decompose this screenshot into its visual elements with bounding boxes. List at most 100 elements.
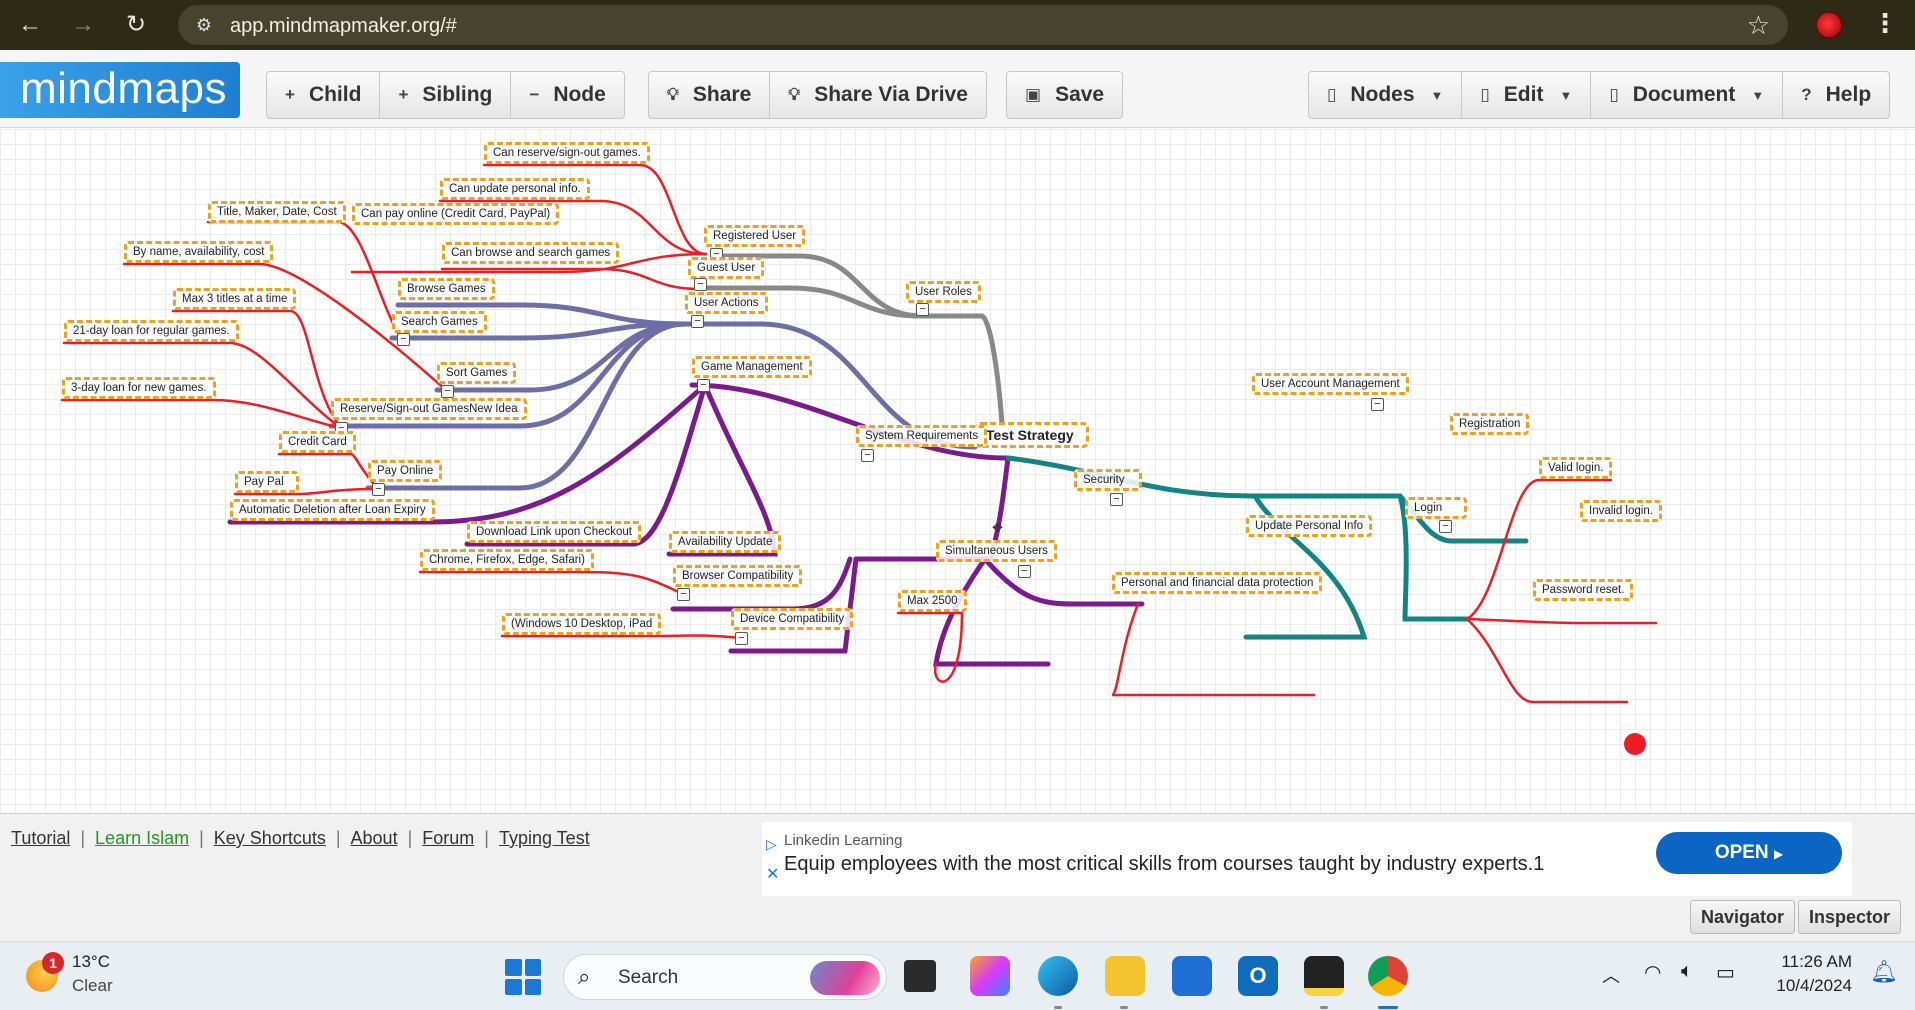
microsoft-store-icon[interactable]: [1172, 956, 1212, 996]
about-link[interactable]: About: [351, 828, 398, 849]
chrome-browser-icon[interactable]: [1368, 956, 1408, 996]
url-text[interactable]: app.mindmapmaker.org/#: [230, 15, 457, 38]
node-browsers[interactable]: Chrome, Firefox, Edge, Safari): [420, 549, 594, 571]
collapse-guest-user-icon[interactable]: −: [694, 278, 707, 291]
ad-close-icon[interactable]: ✕: [766, 864, 779, 884]
taskbar-search-box[interactable]: ⌕ Search: [563, 954, 887, 1000]
node-search-games[interactable]: Search Games: [392, 311, 487, 333]
weather-temperature[interactable]: 13°C: [72, 952, 110, 972]
node-devices[interactable]: (Windows 10 Desktop, iPad: [502, 613, 662, 635]
node-user-account-mgmt[interactable]: User Account Management: [1252, 373, 1409, 395]
nodes-menu-button[interactable]: ▯ Nodes ▼: [1309, 72, 1463, 118]
node-invalid-login[interactable]: Invalid login.: [1580, 500, 1662, 522]
typing-test-link[interactable]: Typing Test: [499, 828, 590, 849]
task-view-icon[interactable]: [904, 960, 936, 992]
node-reserve-signout[interactable]: Reserve/Sign-out GamesNew Idea: [331, 398, 527, 420]
collapse-search-games-icon[interactable]: −: [397, 333, 410, 346]
collapse-user-account-mgmt-icon[interactable]: −: [1371, 398, 1384, 411]
node-registration[interactable]: Registration: [1450, 413, 1530, 435]
node-max2500[interactable]: Max 2500: [898, 590, 967, 612]
node-user-roles[interactable]: User Roles: [906, 281, 981, 303]
save-button[interactable]: ▣ Save: [1007, 72, 1122, 118]
edit-menu-button[interactable]: ▯ Edit ▼: [1462, 72, 1592, 118]
clock-date[interactable]: 10/4/2024: [1766, 976, 1852, 996]
learn-islam-link[interactable]: Learn Islam: [95, 828, 189, 849]
wifi-icon[interactable]: ◠: [1644, 960, 1661, 985]
node-title-maker[interactable]: Title, Maker, Date, Cost: [208, 201, 346, 223]
share-via-drive-button[interactable]: 💡︎ Share Via Drive: [770, 72, 986, 118]
volume-icon[interactable]: 🔈︎: [1681, 960, 1693, 983]
add-child-button[interactable]: + Child: [267, 72, 381, 118]
collapse-pay-online-icon[interactable]: −: [372, 483, 385, 496]
node-reg-update[interactable]: Can update personal info.: [440, 178, 590, 200]
collapse-user-actions-icon[interactable]: −: [691, 315, 704, 328]
advertisement[interactable]: ▷ ✕ Linkedin Learning Equip employees wi…: [762, 822, 1852, 896]
node-game-management[interactable]: Game Management: [692, 356, 812, 378]
node-auto-delete[interactable]: Automatic Deletion after Loan Expiry: [230, 499, 435, 521]
windows-start-icon[interactable]: [505, 959, 541, 995]
node-password-reset[interactable]: Password reset.: [1533, 579, 1634, 601]
outlook-icon[interactable]: O: [1238, 956, 1278, 996]
ad-choices-icon[interactable]: ▷: [766, 836, 777, 853]
collapse-browser-compat-icon[interactable]: −: [677, 588, 690, 601]
node-login[interactable]: Login: [1405, 497, 1467, 519]
forward-icon[interactable]: →: [65, 9, 101, 41]
file-explorer-icon[interactable]: [1105, 956, 1145, 996]
node-registered-user[interactable]: Registered User: [704, 225, 806, 247]
collapse-system-requirements-icon[interactable]: −: [861, 449, 874, 462]
inspector-button[interactable]: Inspector: [1798, 900, 1902, 934]
back-icon[interactable]: ←: [12, 9, 48, 41]
chevron-up-icon[interactable]: ︿: [1602, 962, 1620, 988]
forum-link[interactable]: Forum: [422, 828, 474, 849]
bookmark-star-icon[interactable]: ☆: [1747, 10, 1770, 41]
site-info-icon[interactable]: ⚙: [192, 13, 216, 37]
collapse-user-roles-icon[interactable]: −: [916, 303, 929, 316]
node-root[interactable]: Test Strategy: [975, 422, 1089, 448]
node-data-protection[interactable]: Personal and financial data protection: [1112, 572, 1323, 594]
node-system-requirements[interactable]: System Requirements: [856, 425, 988, 447]
collapse-login-icon[interactable]: −: [1439, 520, 1452, 533]
collapse-sort-games-icon[interactable]: −: [441, 385, 454, 398]
node-valid-login[interactable]: Valid login.: [1539, 457, 1613, 479]
delete-node-button[interactable]: − Node: [511, 72, 623, 118]
document-menu-button[interactable]: ▯ Document ▼: [1591, 72, 1784, 118]
node-reg-reserve[interactable]: Can reserve/sign-out games.: [484, 142, 650, 164]
node-credit-card[interactable]: Credit Card: [279, 431, 356, 453]
node-pay-pal[interactable]: Pay Pal: [235, 471, 299, 493]
key-shortcuts-link[interactable]: Key Shortcuts: [214, 828, 326, 849]
drag-handle-icon[interactable]: ✥: [992, 520, 1003, 536]
reload-icon[interactable]: ↻: [118, 9, 154, 41]
node-by-name[interactable]: By name, availability, cost: [124, 241, 274, 263]
node-device-compat[interactable]: Device Compatibility: [731, 608, 854, 630]
collapse-security-icon[interactable]: −: [1110, 493, 1123, 506]
node-security[interactable]: Security: [1074, 469, 1142, 491]
node-loan3[interactable]: 3-day loan for new games.: [62, 377, 216, 399]
ad-open-button[interactable]: OPEN ▶: [1656, 832, 1842, 874]
sticky-notes-icon[interactable]: [1304, 956, 1344, 996]
copilot-icon[interactable]: [970, 956, 1010, 996]
mindmap-canvas[interactable]: Test Strategy User Roles − Registered User −…: [0, 129, 1915, 813]
node-guest-user[interactable]: Guest User: [688, 257, 765, 279]
node-loan21[interactable]: 21-day loan for regular games.: [64, 320, 239, 342]
node-simultaneous-users[interactable]: Simultaneous Users: [936, 540, 1057, 562]
edge-browser-icon[interactable]: [1038, 956, 1078, 996]
browser-menu-icon[interactable]: ⋮: [1872, 8, 1898, 39]
new-node-handle[interactable]: [1624, 733, 1646, 755]
help-button[interactable]: ? Help: [1783, 72, 1889, 118]
node-update-personal[interactable]: Update Personal Info: [1246, 515, 1373, 537]
battery-icon[interactable]: ▭: [1716, 960, 1735, 985]
collapse-device-compat-icon[interactable]: −: [735, 632, 748, 645]
node-download-link[interactable]: Download Link upon Checkout: [467, 521, 641, 543]
node-user-actions[interactable]: User Actions: [685, 292, 768, 314]
collapse-simultaneous-users-icon[interactable]: −: [1018, 565, 1031, 578]
notification-bell-icon[interactable]: 🔔︎: [1870, 959, 1898, 985]
node-sort-games[interactable]: Sort Games: [437, 362, 517, 384]
node-reg-pay[interactable]: Can pay online (Credit Card, PayPal): [352, 203, 560, 225]
navigator-button[interactable]: Navigator: [1690, 900, 1796, 934]
node-pay-online[interactable]: Pay Online: [368, 460, 443, 482]
node-max3[interactable]: Max 3 titles at a time: [173, 288, 297, 310]
ad-text[interactable]: Equip employees with the most critical s…: [784, 853, 1544, 876]
node-browser-compat[interactable]: Browser Compatibility: [673, 565, 803, 587]
node-browse-games[interactable]: Browse Games: [398, 278, 495, 300]
clock-time[interactable]: 11:26 AM: [1772, 952, 1852, 972]
